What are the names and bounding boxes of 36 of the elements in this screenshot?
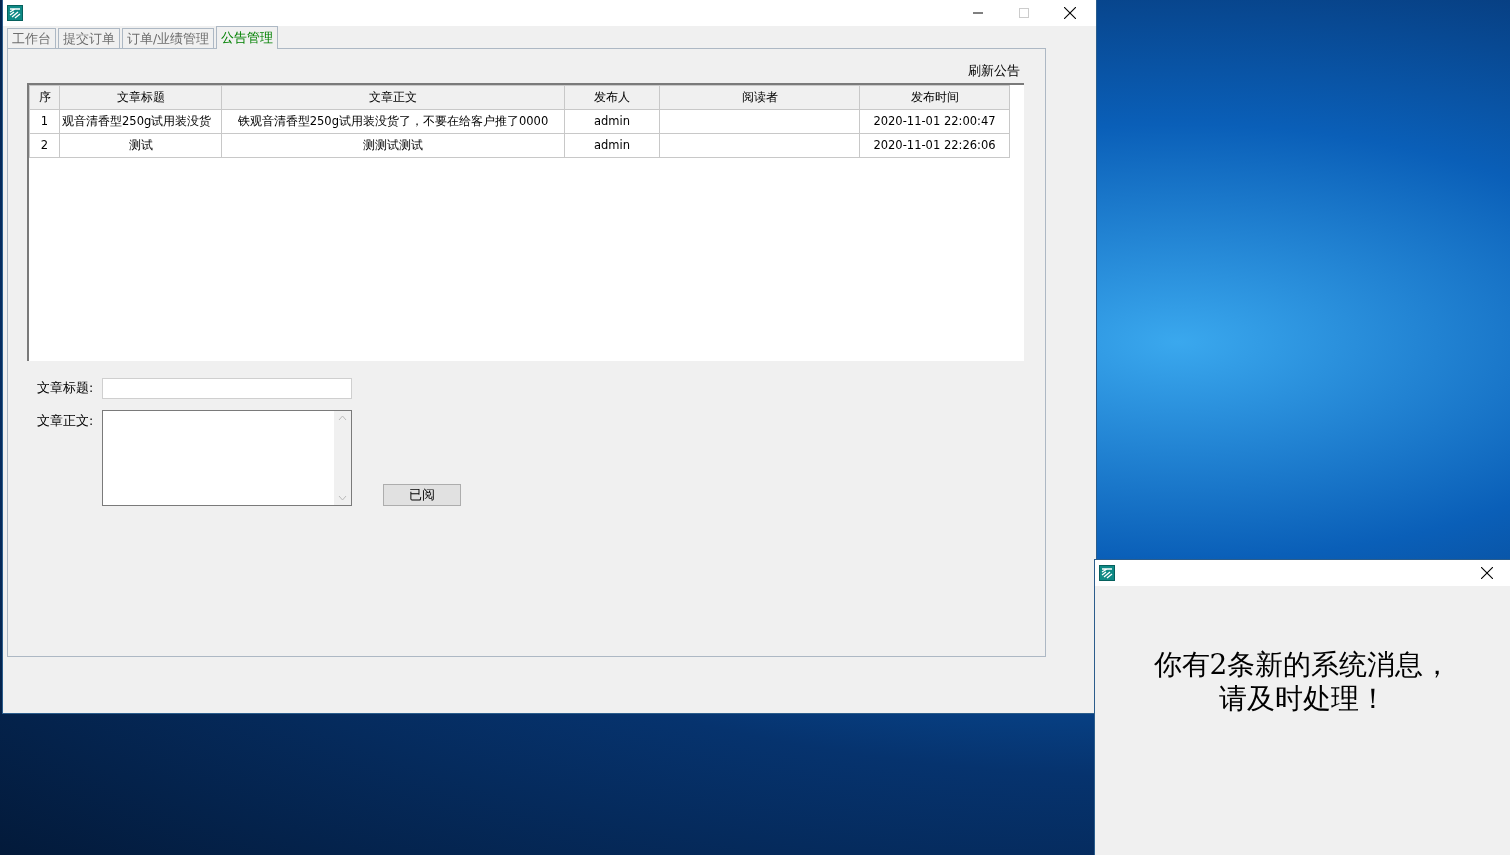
table-cell: 观音清香型250g试用装没货 bbox=[59, 109, 222, 134]
tab[interactable]: 公告管理 bbox=[216, 26, 279, 49]
notification-message: 你有2条新的系统消息， bbox=[1153, 648, 1452, 682]
column-header: 发布时间 bbox=[859, 85, 1010, 110]
tab[interactable]: 订单/业绩管理 bbox=[122, 28, 215, 48]
title-input-field[interactable] bbox=[102, 378, 352, 399]
mark-read-button[interactable]: 已阅 bbox=[383, 484, 461, 506]
table-cell: 2 bbox=[29, 133, 60, 158]
column-header: 文章正文 bbox=[221, 85, 565, 110]
tab[interactable]: 工作台 bbox=[7, 28, 56, 48]
column-header: 阅读者 bbox=[659, 85, 860, 110]
table-cell: 测试 bbox=[59, 133, 222, 158]
refresh-link[interactable]: 刷新公告 bbox=[968, 59, 1020, 83]
tab[interactable]: 提交订单 bbox=[58, 28, 120, 48]
table-cell: 测测试测试 bbox=[221, 133, 565, 158]
app-icon bbox=[7, 5, 23, 21]
table-cell: admin bbox=[564, 109, 660, 134]
column-header: 文章标题 bbox=[59, 85, 222, 110]
table-cell: admin bbox=[564, 133, 660, 158]
close-icon bbox=[1064, 7, 1076, 19]
notification-message: 请及时处理！ bbox=[1218, 682, 1387, 716]
app-icon bbox=[1099, 565, 1115, 581]
table-cell: 2020-11-01 22:00:47 bbox=[859, 109, 1010, 134]
table-cell: 铁观音清香型250g试用装没货了，不要在给客户推了0000 bbox=[221, 109, 565, 134]
body-text-area[interactable] bbox=[102, 410, 352, 506]
column-header: 发布人 bbox=[564, 85, 660, 110]
scroll-up-icon bbox=[338, 415, 347, 421]
table-cell: 1 bbox=[29, 109, 60, 134]
table-cell: 2020-11-01 22:26:06 bbox=[859, 133, 1010, 158]
maximize-icon bbox=[1019, 8, 1029, 18]
close-icon bbox=[1481, 567, 1493, 579]
field-label: 文章标题: bbox=[36, 379, 95, 398]
scrollbar[interactable] bbox=[334, 411, 351, 505]
field-label: 文章正文: bbox=[36, 412, 95, 430]
scroll-down-icon bbox=[338, 495, 347, 501]
column-header: 序 bbox=[29, 85, 60, 110]
